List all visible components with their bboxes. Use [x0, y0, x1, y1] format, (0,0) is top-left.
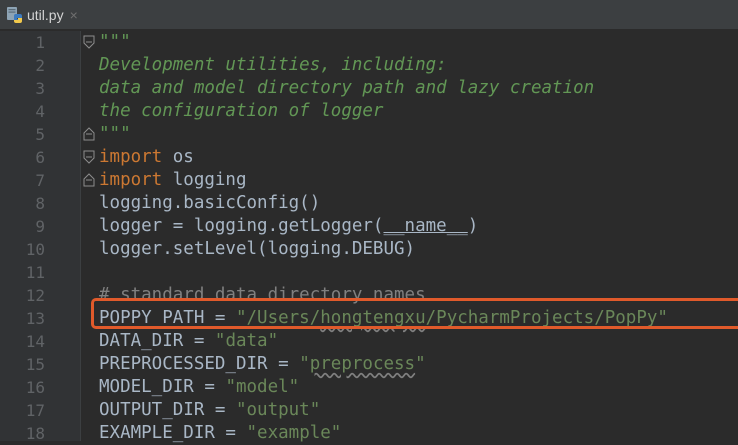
line-number: 4: [35, 102, 45, 121]
code-text: the configuration of logger: [99, 100, 383, 123]
code-token: ": [299, 354, 310, 374]
line-number: 17: [25, 401, 45, 420]
code-token: import: [99, 170, 163, 190]
code-token: logging.basicConfig(): [99, 193, 321, 213]
python-file-icon: [6, 6, 24, 24]
line-number: 13: [25, 309, 45, 328]
line-number: 12: [25, 286, 45, 305]
fold-start-icon[interactable]: [83, 150, 95, 164]
code-line[interactable]: 5 """: [0, 123, 738, 146]
code-token: os: [162, 147, 194, 167]
code-line[interactable]: 6 import os: [0, 146, 738, 169]
code-token: data and model directory path and lazy c…: [99, 78, 595, 98]
code-token: "model": [225, 377, 300, 397]
fold-end-icon[interactable]: [83, 173, 95, 187]
code-text: PREPROCESSED_DIR = "preprocess": [99, 353, 426, 376]
code-token: preprocess: [309, 354, 416, 374]
code-token: ": [415, 354, 426, 374]
code-token: Development utilities, including:: [99, 55, 447, 75]
code-editor[interactable]: 1 """ 2 Development utilities, including: 3 d…: [0, 31, 738, 443]
code-token: EXAMPLE_DIR =: [99, 423, 247, 443]
code-token: ): [467, 216, 479, 236]
close-tab-icon[interactable]: ×: [70, 8, 78, 22]
line-number: 8: [35, 194, 45, 213]
code-line[interactable]: 16 MODEL_DIR = "model": [0, 376, 738, 399]
code-text: Development utilities, including:: [99, 54, 447, 77]
line-number: 9: [35, 217, 45, 236]
code-text: DATA_DIR = "data": [99, 330, 278, 353]
code-token: the configuration of logger: [99, 101, 384, 121]
code-token: """: [99, 32, 131, 52]
code-text: EXAMPLE_DIR = "example": [99, 422, 341, 445]
code-line[interactable]: 17 OUTPUT_DIR = "output": [0, 399, 738, 422]
code-line[interactable]: 4 the configuration of logger: [0, 100, 738, 123]
code-line[interactable]: 8 logging.basicConfig(): [0, 192, 738, 215]
code-text: logging.basicConfig(): [99, 192, 320, 215]
line-number: 5: [35, 125, 45, 144]
code-text: logger = logging.getLogger(__name__): [99, 215, 478, 238]
code-token: OUTPUT_DIR =: [99, 400, 236, 420]
line-number: 15: [25, 355, 45, 374]
line-number: 18: [25, 424, 45, 443]
code-line[interactable]: 2 Development utilities, including:: [0, 54, 738, 77]
code-token: PREPROCESSED_DIR =: [99, 354, 300, 374]
code-line[interactable]: 9 logger = logging.getLogger(__name__): [0, 215, 738, 238]
code-token: MODEL_DIR =: [99, 377, 226, 397]
code-token: "output": [235, 400, 321, 420]
code-token: logging: [162, 170, 247, 190]
code-token: "data": [214, 331, 279, 351]
code-line[interactable]: 18 EXAMPLE_DIR = "example": [0, 422, 738, 445]
code-token: import: [99, 147, 163, 167]
line-number: 7: [35, 171, 45, 190]
code-token: DATA_DIR =: [99, 331, 215, 351]
code-line[interactable]: 1 """: [0, 31, 738, 54]
code-line[interactable]: 14 DATA_DIR = "data": [0, 330, 738, 353]
line-number: 3: [35, 79, 45, 98]
code-token: logger.setLevel(logging.DEBUG): [99, 239, 416, 259]
tab-util-py[interactable]: util.py ×: [0, 0, 104, 30]
code-text: """: [99, 123, 131, 146]
code-token: logger = logging.getLogger(: [99, 216, 384, 236]
code-token: __name__: [383, 216, 468, 236]
line-number: 16: [25, 378, 45, 397]
fold-start-icon[interactable]: [83, 35, 95, 49]
highlight-box-poppy-path: [91, 298, 738, 329]
code-line[interactable]: 3 data and model directory path and lazy …: [0, 77, 738, 100]
line-number: 14: [25, 332, 45, 351]
code-text: data and model directory path and lazy c…: [99, 77, 594, 100]
code-token: """: [99, 124, 131, 144]
fold-end-icon[interactable]: [83, 127, 95, 141]
code-text: import os: [99, 146, 194, 169]
code-line[interactable]: 10 logger.setLevel(logging.DEBUG): [0, 238, 738, 261]
code-line[interactable]: 11: [0, 261, 738, 284]
code-line[interactable]: 15 PREPROCESSED_DIR = "preprocess": [0, 353, 738, 376]
code-text: logger.setLevel(logging.DEBUG): [99, 238, 415, 261]
line-number: 2: [35, 56, 45, 75]
line-number: 1: [35, 33, 45, 52]
code-token: "example": [246, 423, 342, 443]
line-number: 10: [25, 240, 45, 259]
editor-tab-bar: util.py ×: [0, 0, 738, 30]
code-text: MODEL_DIR = "model": [99, 376, 299, 399]
code-line[interactable]: 7 import logging: [0, 169, 738, 192]
code-text: """: [99, 31, 131, 54]
line-number: 11: [25, 263, 45, 282]
tab-label: util.py: [27, 7, 64, 23]
code-text: import logging: [99, 169, 247, 192]
code-text: OUTPUT_DIR = "output": [99, 399, 320, 422]
line-number: 6: [35, 148, 45, 167]
